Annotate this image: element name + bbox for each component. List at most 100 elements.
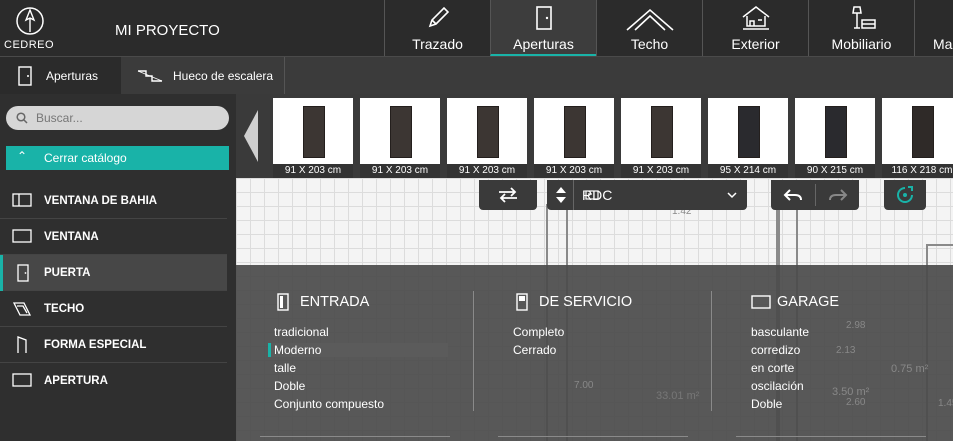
product-size: 95 X 214 cm <box>708 164 788 178</box>
level-value: RDC <box>582 187 613 203</box>
product-size: 91 X 203 cm <box>534 164 614 178</box>
level-up-down-icon <box>556 187 566 203</box>
product-card[interactable]: 91 X 203 cm <box>360 98 440 178</box>
garage-door-icon <box>751 295 771 309</box>
tab-mobiliario[interactable]: Mobiliario <box>808 0 914 56</box>
product-card[interactable]: 95 X 214 cm <box>708 98 788 178</box>
tab-more[interactable]: Ma <box>914 0 953 56</box>
category-forma-especial[interactable]: FORMA ESPECIAL <box>0 327 227 363</box>
plan-dimension: 2.60 <box>846 397 866 408</box>
category-puerta[interactable]: PUERTA <box>0 255 227 291</box>
product-carousel: 91 X 203 cm 91 X 203 cm 91 X 203 cm 91 X… <box>236 94 953 178</box>
window-icon <box>12 229 32 243</box>
roof-window-icon <box>12 302 32 316</box>
option-completo[interactable]: Completo <box>513 325 564 339</box>
cedreo-logo[interactable]: CEDREO <box>4 6 58 52</box>
option-talle[interactable]: talle <box>274 361 296 375</box>
close-catalog-button[interactable]: ⌃ Cerrar catálogo <box>6 146 229 170</box>
product-card[interactable]: 91 X 203 cm <box>273 98 353 178</box>
redo-button[interactable] <box>816 180 859 210</box>
level-selector[interactable] <box>547 180 747 210</box>
undo-redo-group <box>771 180 859 210</box>
door-thumbnail <box>303 106 325 158</box>
column-divider <box>711 291 712 411</box>
swap-arrows-icon <box>499 187 517 203</box>
product-card[interactable]: 116 X 218 cm <box>882 98 953 178</box>
category-ventana-de-bahia[interactable]: VENTANA DE BAHIA <box>0 183 227 219</box>
product-size: 91 X 203 cm <box>273 164 353 178</box>
search-input[interactable]: Buscar... <box>36 111 83 125</box>
undo-icon <box>783 189 802 201</box>
subtab-label: Aperturas <box>46 69 99 83</box>
column-divider <box>473 291 474 411</box>
option-doble[interactable]: Doble <box>274 379 305 393</box>
tab-label: Ma <box>933 36 953 52</box>
category-apertura[interactable]: APERTURA <box>0 363 227 399</box>
snap-icon <box>897 186 913 203</box>
category-techo[interactable]: TECHO <box>0 291 227 327</box>
app-window: CEDREO MI PROYECTO Trazado Aperturas Tec… <box>0 0 953 441</box>
option-basculante[interactable]: basculante <box>751 325 809 339</box>
product-size: 116 X 218 cm <box>882 164 953 178</box>
door-icon <box>18 66 32 86</box>
option-doble-garage[interactable]: Doble <box>751 397 782 411</box>
undo-button[interactable] <box>771 180 815 210</box>
product-card[interactable]: 91 X 203 cm <box>534 98 614 178</box>
logo-text: CEDREO <box>4 39 55 51</box>
option-corredizo[interactable]: corredizo <box>751 343 800 357</box>
top-bar: CEDREO MI PROYECTO Trazado Aperturas Tec… <box>0 0 953 56</box>
product-card[interactable]: 91 X 203 cm <box>621 98 701 178</box>
door-thumbnail <box>825 106 847 158</box>
tab-trazado[interactable]: Trazado <box>384 0 490 56</box>
catalog-sidebar: Buscar... ⌃ Cerrar catálogo VENTANA DE B… <box>0 94 236 441</box>
subtab-aperturas[interactable]: Aperturas <box>0 57 121 95</box>
panel-divider <box>260 436 450 437</box>
door-thumbnail <box>477 106 499 158</box>
magnet-button[interactable] <box>884 180 926 210</box>
option-cerrado[interactable]: Cerrado <box>513 343 556 357</box>
exterior-icon <box>742 6 769 30</box>
plan-dimension: 1.45 <box>938 398 953 409</box>
product-card[interactable]: 91 X 203 cm <box>447 98 527 178</box>
category-ventana[interactable]: VENTANA <box>0 219 227 255</box>
door-icon <box>277 293 289 311</box>
option-conjunto-compuesto[interactable]: Conjunto compuesto <box>274 397 384 411</box>
product-size: 91 X 203 cm <box>360 164 440 178</box>
option-tradicional[interactable]: tradicional <box>274 325 329 339</box>
category-label: PUERTA <box>44 267 91 279</box>
column-title: GARAGE <box>777 294 840 310</box>
tab-label: Aperturas <box>513 36 574 52</box>
panel-divider <box>498 436 688 437</box>
stairs-icon <box>137 70 163 82</box>
door-icon <box>535 6 552 30</box>
swap-button[interactable] <box>479 180 537 210</box>
door-thumbnail <box>390 106 412 158</box>
door-thumbnail <box>564 106 586 158</box>
close-catalog-label: Cerrar catálogo <box>44 151 127 165</box>
carousel-prev-button[interactable] <box>236 94 266 178</box>
product-card[interactable]: 90 X 215 cm <box>795 98 875 178</box>
tab-aperturas[interactable]: Aperturas <box>490 0 596 56</box>
column-title: DE SERVICIO <box>539 294 633 310</box>
tab-exterior[interactable]: Exterior <box>702 0 808 56</box>
plan-dimension: 0.75 m² <box>891 363 929 375</box>
subcategory-panel: 33.01 m² 2.98 2.13 0.75 m² 3.50 m² 2.60 … <box>236 265 953 441</box>
option-moderno[interactable]: Moderno <box>268 343 448 357</box>
category-label: VENTANA <box>44 231 99 243</box>
pencil-icon <box>428 6 449 28</box>
plan-wall <box>926 244 953 246</box>
chevron-down-icon <box>727 192 737 199</box>
opening-icon <box>12 373 32 387</box>
option-oscilacion[interactable]: oscilación <box>751 379 804 393</box>
category-label: TECHO <box>44 303 85 315</box>
tab-label: Mobiliario <box>831 36 892 52</box>
tab-techo[interactable]: Techo <box>596 0 702 56</box>
column-title: ENTRADA <box>300 294 370 310</box>
door-thumbnail <box>912 106 934 158</box>
tab-label: Exterior <box>731 36 780 52</box>
option-en-corte[interactable]: en corte <box>751 361 794 375</box>
subtab-hueco-escalera[interactable]: Hueco de escalera <box>121 57 285 95</box>
service-door-icon <box>516 293 528 311</box>
search-box[interactable]: Buscar... <box>6 106 229 130</box>
product-size: 90 X 215 cm <box>795 164 875 178</box>
